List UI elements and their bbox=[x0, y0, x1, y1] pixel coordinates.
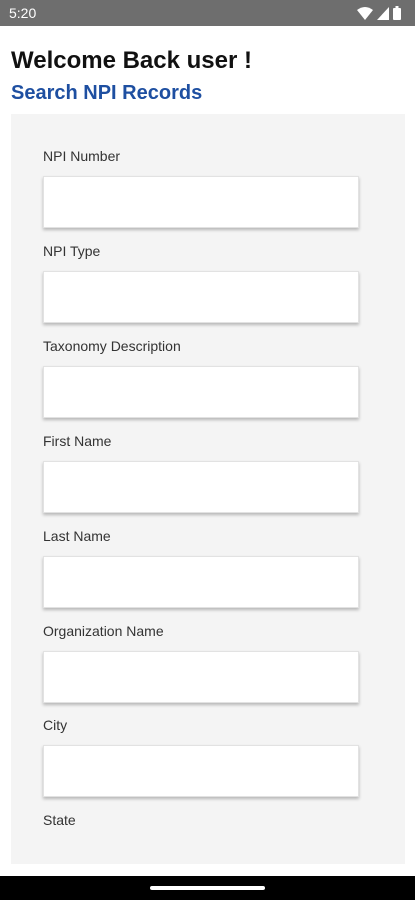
npi-type-input[interactable] bbox=[43, 271, 359, 323]
last-name-input[interactable] bbox=[43, 556, 359, 608]
page-subtitle: Search NPI Records bbox=[11, 82, 203, 104]
status-bar: 5:20 bbox=[0, 0, 415, 26]
city-label: City bbox=[43, 717, 68, 733]
last-name-label: Last Name bbox=[43, 528, 111, 544]
status-icons bbox=[357, 6, 401, 20]
npi-type-label: NPI Type bbox=[43, 243, 101, 259]
wifi-icon bbox=[357, 6, 373, 20]
navigation-bar bbox=[0, 876, 415, 900]
taxonomy-description-label: Taxonomy Description bbox=[43, 338, 181, 354]
signal-icon bbox=[377, 6, 389, 20]
city-input[interactable] bbox=[43, 745, 359, 797]
state-label: State bbox=[43, 812, 76, 828]
npi-number-input[interactable] bbox=[43, 176, 359, 228]
first-name-label: First Name bbox=[43, 433, 112, 449]
organization-name-input[interactable] bbox=[43, 651, 359, 703]
search-form: NPI Number NPI Type Taxonomy Description… bbox=[11, 114, 405, 864]
npi-number-label: NPI Number bbox=[43, 148, 121, 164]
status-time: 5:20 bbox=[9, 5, 37, 21]
taxonomy-description-input[interactable] bbox=[43, 366, 359, 418]
battery-icon bbox=[393, 6, 401, 20]
organization-name-label: Organization Name bbox=[43, 623, 164, 639]
first-name-input[interactable] bbox=[43, 461, 359, 513]
home-gesture-handle[interactable] bbox=[150, 886, 265, 890]
welcome-title: Welcome Back user ! bbox=[11, 47, 252, 74]
